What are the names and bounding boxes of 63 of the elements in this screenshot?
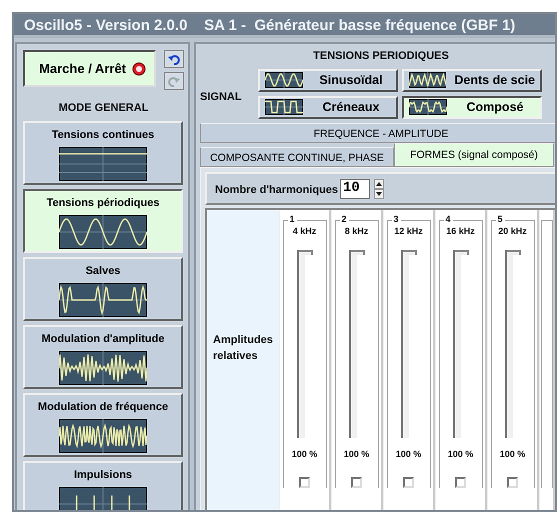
signal-button[interactable]: Sinusoïdal — [258, 68, 398, 92]
percent-reading: 100 % — [500, 448, 526, 461]
percent-reading: 100 % — [396, 448, 422, 461]
window-title: Oscillo5 - Version 2.0.0 SA 1 - Générateur basse fréquence (GBF 1) — [14, 14, 555, 38]
percent-reading: 100 % — [292, 448, 318, 461]
tab[interactable]: COMPOSANTE CONTINUE, PHASE — [200, 146, 394, 166]
mode-button[interactable]: Impulsions — [23, 460, 183, 510]
field-label: Nombre d'harmoniques — [215, 183, 338, 198]
signal-button[interactable]: Créneaux — [258, 96, 398, 118]
checkbox[interactable] — [299, 477, 310, 488]
slider-thumb[interactable] — [454, 250, 468, 255]
checkbox[interactable] — [403, 477, 414, 488]
frequency-label: 20 kHz — [498, 224, 527, 238]
power-button[interactable]: Marche / Arrêt — [23, 50, 156, 87]
checkbox[interactable] — [507, 477, 518, 488]
sine-wave-icon — [59, 215, 147, 249]
composite-wave-icon — [409, 99, 447, 115]
up-arrow-icon — [376, 182, 382, 186]
tab[interactable]: FREQUENCE - AMPLITUDE — [200, 122, 555, 142]
slider-thumb[interactable] — [350, 250, 364, 255]
mode-button[interactable]: Modulation d'amplitude — [23, 324, 183, 388]
vertical-slider[interactable] — [348, 250, 364, 438]
spin-down-button[interactable] — [374, 188, 384, 198]
signal-button[interactable]: Dents de scie — [402, 68, 542, 92]
checkbox[interactable] — [351, 477, 362, 488]
mode-button[interactable]: Tensions continues — [23, 120, 183, 184]
undo-button[interactable] — [164, 50, 184, 68]
dense-wave-icon — [59, 419, 147, 453]
amplitudes-label: Amplitudes relatives — [207, 210, 279, 510]
vertical-slider[interactable] — [400, 250, 416, 438]
wave-burst-icon — [59, 283, 147, 317]
vertical-slider[interactable] — [296, 250, 312, 438]
sine-wave-icon — [265, 72, 303, 88]
undo-icon — [168, 54, 180, 64]
frequency-label: 4 kHz — [292, 224, 316, 238]
frequency-label: 8 kHz — [344, 224, 368, 238]
redo-icon — [168, 76, 180, 86]
mode-button[interactable]: Tensions périodiques — [23, 188, 183, 252]
slider-thumb[interactable] — [506, 250, 520, 255]
triangle-wave-icon — [409, 72, 446, 88]
power-indicator-icon — [132, 62, 146, 76]
slider-thumb[interactable] — [402, 250, 416, 255]
square-wave-icon — [265, 99, 303, 115]
mode-button[interactable]: Salves — [23, 256, 183, 320]
number-field[interactable]: 10 — [340, 178, 370, 198]
vertical-slider[interactable] — [504, 250, 520, 438]
down-arrow-icon — [376, 192, 382, 196]
frequency-label: 16 kHz — [446, 224, 475, 238]
slider-thumb[interactable] — [298, 250, 312, 255]
mode-button[interactable]: Modulation de fréquence — [23, 392, 183, 456]
vertical-slider[interactable] — [452, 250, 468, 438]
modulated-wave-icon — [59, 351, 147, 385]
flat-line-display-icon — [59, 147, 147, 181]
percent-reading: 100 % — [448, 448, 474, 461]
tab[interactable]: FORMES (signal composé) — [394, 142, 554, 166]
frequency-label: 12 kHz — [394, 224, 423, 238]
percent-reading: 100 % — [344, 448, 370, 461]
spin-up-button[interactable] — [374, 178, 384, 188]
section-title: MODE GENERAL — [58, 101, 150, 116]
checkbox[interactable] — [455, 477, 466, 488]
section-title: TENSIONS PERIODIQUES — [312, 49, 450, 64]
signal-label: SIGNAL — [200, 90, 243, 106]
signal-button[interactable]: Composé — [402, 96, 542, 118]
